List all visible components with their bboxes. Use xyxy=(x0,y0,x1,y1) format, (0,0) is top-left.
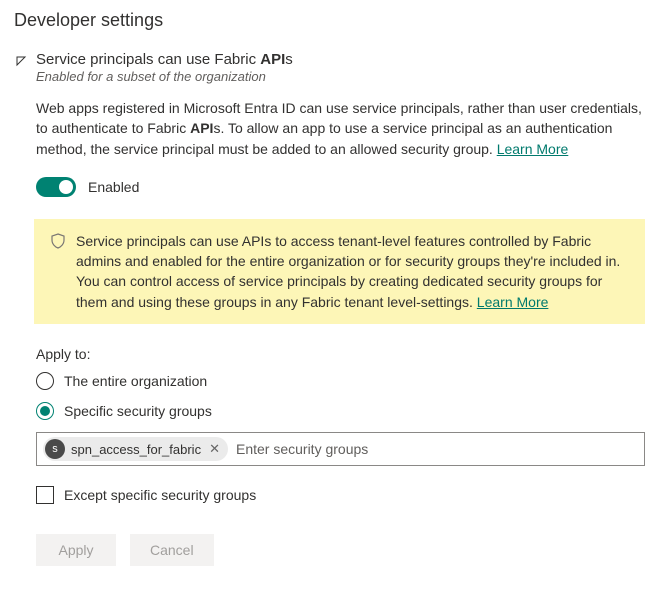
radio-label: The entire organization xyxy=(64,373,207,389)
apply-to-label: Apply to: xyxy=(36,346,645,362)
checkbox-label: Except specific security groups xyxy=(64,487,256,503)
shield-icon xyxy=(50,233,66,312)
radio-icon-selected xyxy=(36,402,54,420)
group-chip: s spn_access_for_fabric ✕ xyxy=(43,437,228,461)
enabled-toggle[interactable] xyxy=(36,177,76,197)
info-box: Service principals can use APIs to acces… xyxy=(34,219,645,324)
setting-block: Service principals can use Fabric APIs E… xyxy=(10,51,645,566)
radio-specific-groups[interactable]: Specific security groups xyxy=(36,402,645,420)
setting-title: Service principals can use Fabric APIs xyxy=(36,51,645,68)
setting-subtitle: Enabled for a subset of the organization xyxy=(36,69,645,84)
toggle-label: Enabled xyxy=(88,179,139,195)
button-row: Apply Cancel xyxy=(36,534,645,566)
security-groups-input[interactable]: s spn_access_for_fabric ✕ Enter security… xyxy=(36,432,645,466)
toggle-row: Enabled xyxy=(36,177,645,197)
radio-dot xyxy=(40,406,50,416)
input-placeholder: Enter security groups xyxy=(236,441,638,457)
toggle-knob xyxy=(59,180,73,194)
apply-button[interactable]: Apply xyxy=(36,534,116,566)
chip-remove-icon[interactable]: ✕ xyxy=(207,441,222,457)
learn-more-link[interactable]: Learn More xyxy=(497,141,569,157)
expand-icon[interactable] xyxy=(15,54,27,66)
radio-entire-org[interactable]: The entire organization xyxy=(36,372,645,390)
radio-icon xyxy=(36,372,54,390)
info-text: Service principals can use APIs to acces… xyxy=(76,231,629,312)
cancel-button[interactable]: Cancel xyxy=(130,534,214,566)
setting-description: Web apps registered in Microsoft Entra I… xyxy=(36,98,645,159)
chip-label: spn_access_for_fabric xyxy=(71,442,201,457)
except-groups-checkbox-row[interactable]: Except specific security groups xyxy=(36,486,645,504)
radio-label: Specific security groups xyxy=(64,403,212,419)
chip-avatar: s xyxy=(45,439,65,459)
page-title: Developer settings xyxy=(14,10,645,31)
checkbox-icon xyxy=(36,486,54,504)
info-learn-more-link[interactable]: Learn More xyxy=(477,294,549,310)
